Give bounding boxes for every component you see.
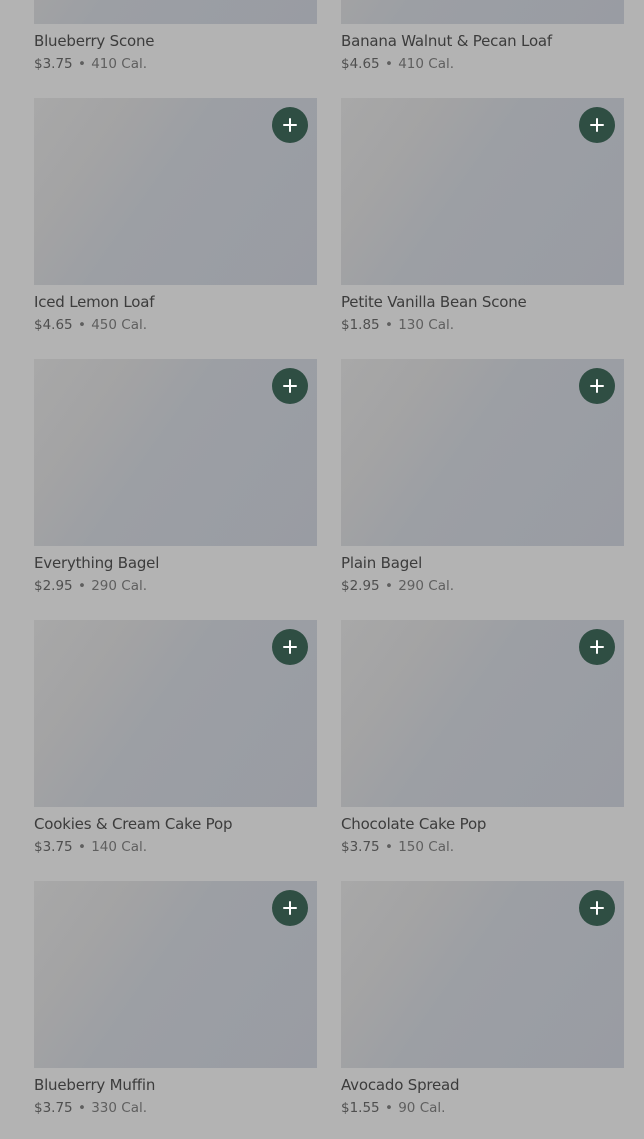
product-name[interactable]: Cookies & Cream Cake Pop xyxy=(34,814,317,834)
product-price: $2.95 xyxy=(341,578,380,594)
product-name[interactable]: Everything Bagel xyxy=(34,553,317,573)
product-calories: 140 Cal. xyxy=(91,839,148,855)
product-price: $1.85 xyxy=(341,317,380,333)
product-image[interactable] xyxy=(34,620,317,807)
product-image[interactable] xyxy=(34,0,317,24)
product-image[interactable] xyxy=(34,98,317,285)
product-calories: 290 Cal. xyxy=(91,578,148,594)
menu-item-card[interactable]: Avocado Spread $1.55 • 90 Cal. xyxy=(341,881,624,1139)
product-calories: 450 Cal. xyxy=(91,317,148,333)
product-name[interactable]: Plain Bagel xyxy=(341,553,624,573)
product-price-calories: $3.75 • 330 Cal. xyxy=(34,1099,317,1117)
product-image[interactable] xyxy=(34,359,317,546)
menu-item-card[interactable]: Cookies & Cream Cake Pop $3.75 • 140 Cal… xyxy=(34,620,317,881)
plus-icon xyxy=(283,640,297,654)
menu-item-card[interactable]: Chocolate Cake Pop $3.75 • 150 Cal. xyxy=(341,620,624,881)
product-price: $4.65 xyxy=(34,317,73,333)
product-name[interactable]: Iced Lemon Loaf xyxy=(34,292,317,312)
product-price-calories: $4.65 • 450 Cal. xyxy=(34,316,317,334)
separator-dot: • xyxy=(384,56,393,72)
product-price-calories: $2.95 • 290 Cal. xyxy=(34,577,317,595)
product-name[interactable]: Blueberry Scone xyxy=(34,31,317,51)
separator-dot: • xyxy=(384,317,393,333)
product-calories: 130 Cal. xyxy=(398,317,455,333)
product-price-calories: $1.55 • 90 Cal. xyxy=(341,1099,624,1117)
plus-icon xyxy=(590,118,604,132)
product-name[interactable]: Blueberry Muffin xyxy=(34,1075,317,1095)
product-price-calories: $3.75 • 140 Cal. xyxy=(34,838,317,856)
product-name[interactable]: Petite Vanilla Bean Scone xyxy=(341,292,624,312)
product-price-calories: $1.85 • 130 Cal. xyxy=(341,316,624,334)
product-price: $3.75 xyxy=(34,1100,73,1116)
product-price: $3.75 xyxy=(341,839,380,855)
plus-icon xyxy=(590,640,604,654)
product-name[interactable]: Chocolate Cake Pop xyxy=(341,814,624,834)
add-to-order-button[interactable] xyxy=(579,368,615,404)
product-calories: 410 Cal. xyxy=(91,56,148,72)
menu-viewport: Blueberry Scone $3.75 • 410 Cal. Banana … xyxy=(0,0,644,1139)
menu-item-grid: Blueberry Scone $3.75 • 410 Cal. Banana … xyxy=(34,0,624,1139)
menu-item-card[interactable]: Banana Walnut & Pecan Loaf $4.65 • 410 C… xyxy=(341,0,624,98)
add-to-order-button[interactable] xyxy=(579,107,615,143)
add-to-order-button[interactable] xyxy=(272,890,308,926)
plus-icon xyxy=(283,901,297,915)
separator-dot: • xyxy=(77,56,86,72)
product-image[interactable] xyxy=(341,98,624,285)
separator-dot: • xyxy=(77,317,86,333)
plus-icon xyxy=(283,118,297,132)
menu-item-card[interactable]: Blueberry Scone $3.75 • 410 Cal. xyxy=(34,0,317,98)
product-image[interactable] xyxy=(341,359,624,546)
separator-dot: • xyxy=(77,839,86,855)
separator-dot: • xyxy=(77,1100,86,1116)
separator-dot: • xyxy=(384,1100,393,1116)
product-name[interactable]: Banana Walnut & Pecan Loaf xyxy=(341,31,624,51)
product-price: $4.65 xyxy=(341,56,380,72)
menu-item-card[interactable]: Everything Bagel $2.95 • 290 Cal. xyxy=(34,359,317,620)
product-calories: 330 Cal. xyxy=(91,1100,148,1116)
product-image[interactable] xyxy=(341,0,624,24)
product-name[interactable]: Avocado Spread xyxy=(341,1075,624,1095)
add-to-order-button[interactable] xyxy=(579,890,615,926)
product-price: $2.95 xyxy=(34,578,73,594)
product-price-calories: $3.75 • 410 Cal. xyxy=(34,55,317,73)
product-price: $1.55 xyxy=(341,1100,380,1116)
product-price: $3.75 xyxy=(34,56,73,72)
product-image[interactable] xyxy=(341,881,624,1068)
menu-item-card[interactable]: Iced Lemon Loaf $4.65 • 450 Cal. xyxy=(34,98,317,359)
product-price: $3.75 xyxy=(34,839,73,855)
plus-icon xyxy=(590,901,604,915)
separator-dot: • xyxy=(77,578,86,594)
product-calories: 90 Cal. xyxy=(398,1100,446,1116)
product-calories: 290 Cal. xyxy=(398,578,455,594)
menu-item-card[interactable]: Petite Vanilla Bean Scone $1.85 • 130 Ca… xyxy=(341,98,624,359)
separator-dot: • xyxy=(384,578,393,594)
product-price-calories: $3.75 • 150 Cal. xyxy=(341,838,624,856)
product-calories: 150 Cal. xyxy=(398,839,455,855)
add-to-order-button[interactable] xyxy=(579,629,615,665)
product-price-calories: $4.65 • 410 Cal. xyxy=(341,55,624,73)
plus-icon xyxy=(283,379,297,393)
separator-dot: • xyxy=(384,839,393,855)
menu-item-card[interactable]: Plain Bagel $2.95 • 290 Cal. xyxy=(341,359,624,620)
product-image[interactable] xyxy=(34,881,317,1068)
menu-item-card[interactable]: Blueberry Muffin $3.75 • 330 Cal. xyxy=(34,881,317,1139)
add-to-order-button[interactable] xyxy=(272,629,308,665)
plus-icon xyxy=(590,379,604,393)
product-calories: 410 Cal. xyxy=(398,56,455,72)
product-image[interactable] xyxy=(341,620,624,807)
product-price-calories: $2.95 • 290 Cal. xyxy=(341,577,624,595)
add-to-order-button[interactable] xyxy=(272,107,308,143)
add-to-order-button[interactable] xyxy=(272,368,308,404)
